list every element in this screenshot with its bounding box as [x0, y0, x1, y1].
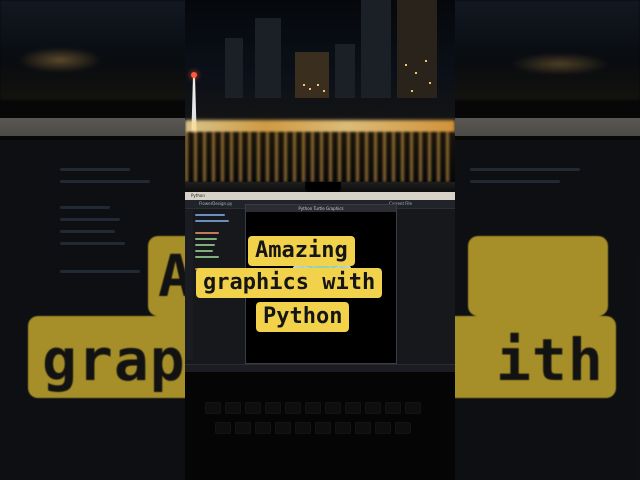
- caption-line-2: graphics with: [196, 268, 383, 298]
- tower-light: [191, 72, 197, 78]
- ide-file-tab[interactable]: FlowerDesign.py: [199, 201, 232, 206]
- video-caption: Amazing graphics with Python: [196, 232, 436, 340]
- laptop-notch: [305, 182, 341, 192]
- water-reflection: [185, 132, 455, 182]
- menubar-app-name[interactable]: Python: [191, 193, 205, 198]
- turtle-window-title: Python Turtle Graphics: [246, 205, 396, 212]
- caption-line-3: Python: [256, 302, 350, 332]
- caption-line-1: Amazing: [248, 236, 355, 266]
- macos-menubar: Python: [185, 192, 455, 200]
- laptop-keyboard: [185, 372, 455, 480]
- editor-gutter: [185, 210, 193, 360]
- night-city-scene: [185, 0, 455, 182]
